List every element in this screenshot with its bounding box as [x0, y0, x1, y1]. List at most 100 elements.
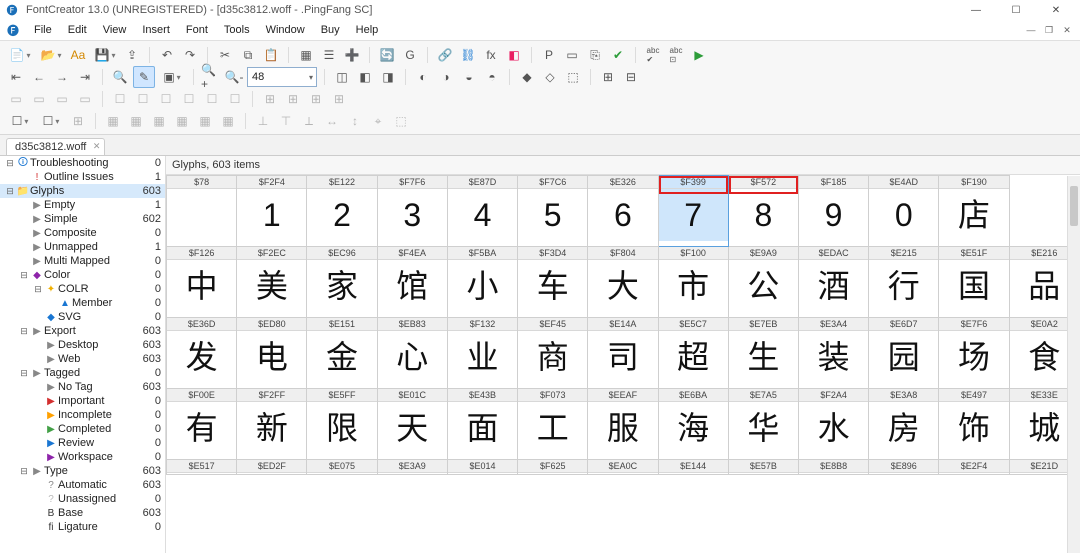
glyph-cell[interactable]: $E151金 — [307, 318, 377, 389]
glyph-cell[interactable]: $F3D4车 — [518, 247, 588, 318]
tree-item-workspace[interactable]: ▶Workspace0 — [0, 450, 165, 464]
tool-e[interactable]: ◑ — [436, 67, 456, 87]
nav-last-button[interactable]: ⇥ — [75, 67, 95, 87]
row3-j[interactable]: ☐ — [225, 89, 245, 109]
tree-item-type[interactable]: ⊟▶Type603 — [0, 464, 165, 478]
chain-button[interactable]: ⛓ — [458, 45, 478, 65]
row4-a[interactable]: ☐ — [6, 111, 34, 131]
row3-e[interactable]: ☐ — [110, 89, 130, 109]
glyph-cell[interactable]: $E5FF限 — [307, 389, 377, 460]
menu-buy[interactable]: Buy — [313, 24, 348, 36]
row4-c[interactable]: ⊞ — [68, 111, 88, 131]
glyph-cell[interactable]: $78 — [167, 176, 237, 247]
tool-b[interactable]: ◧ — [355, 67, 375, 87]
app-menu-icon[interactable]: 🅕 — [4, 21, 22, 39]
check-button[interactable]: ✔ — [608, 45, 628, 65]
glyph-cell[interactable]: $E57B — [728, 460, 798, 475]
row4-b[interactable]: ☐ — [37, 111, 65, 131]
glyph-cell[interactable]: $F7C65 — [518, 176, 588, 247]
tree-item-simple[interactable]: ▶Simple602 — [0, 212, 165, 226]
glyph-cell[interactable]: $F5BA小 — [447, 247, 517, 318]
tool-i[interactable]: ◇ — [540, 67, 560, 87]
glyph-cell[interactable]: $E6BA海 — [658, 389, 728, 460]
glyph-cell[interactable]: $E3A4装 — [798, 318, 868, 389]
row3-h[interactable]: ☐ — [179, 89, 199, 109]
glyph-cell[interactable]: $EB83心 — [377, 318, 447, 389]
glyph-cell[interactable]: $EC96家 — [307, 247, 377, 318]
tool-d[interactable]: ◐ — [413, 67, 433, 87]
scrollbar-thumb[interactable] — [1070, 186, 1078, 226]
tree-item-desktop[interactable]: ▶Desktop603 — [0, 338, 165, 352]
mdi-close[interactable]: ✕ — [1058, 25, 1076, 36]
row4-m[interactable]: ↔ — [322, 111, 342, 131]
zoom-in-button[interactable]: 🔍+ — [201, 67, 221, 87]
tree-item-empty[interactable]: ▶Empty1 — [0, 198, 165, 212]
glyph-cell[interactable]: $E3A9 — [377, 460, 447, 475]
fx-button[interactable]: fx — [481, 45, 501, 65]
glyph-cell[interactable]: $E14A司 — [588, 318, 658, 389]
tree-item-troubleshooting[interactable]: ⊟🛈Troubleshooting0 — [0, 156, 165, 170]
menu-view[interactable]: View — [95, 24, 135, 36]
open-font-button[interactable]: 📂 — [37, 45, 65, 65]
row4-n[interactable]: ↕ — [345, 111, 365, 131]
list-button[interactable]: ☰ — [319, 45, 339, 65]
row3-m[interactable]: ⊞ — [306, 89, 326, 109]
maximize-button[interactable]: ☐ — [996, 5, 1036, 16]
row3-c[interactable]: ▭ — [52, 89, 72, 109]
play-button[interactable]: ▶ — [689, 45, 709, 65]
glyph-cell[interactable]: $F2F41 — [237, 176, 307, 247]
glyph-cell[interactable]: $F073工 — [518, 389, 588, 460]
mdi-minimize[interactable]: — — [1022, 25, 1040, 36]
row4-d[interactable]: ▦ — [103, 111, 123, 131]
glyph-cell[interactable]: $E215行 — [869, 247, 939, 318]
glyph-cell[interactable]: $E36D发 — [167, 318, 237, 389]
glyph-cell[interactable]: $E7EB生 — [728, 318, 798, 389]
glyph-cell[interactable]: $ED2F — [237, 460, 307, 475]
row4-l[interactable]: ⟂ — [299, 111, 319, 131]
glyph-cell[interactable]: $F5728 — [728, 176, 798, 247]
tree-item-composite[interactable]: ▶Composite0 — [0, 226, 165, 240]
minimize-button[interactable]: — — [956, 5, 996, 16]
tool-k[interactable]: ⊞ — [598, 67, 618, 87]
glyph-cell[interactable]: $E01C天 — [377, 389, 447, 460]
new-font-button[interactable]: 📄 — [6, 45, 34, 65]
tree-item-no-tag[interactable]: ▶No Tag603 — [0, 380, 165, 394]
close-icon[interactable]: ✕ — [93, 141, 101, 152]
circle-add-button[interactable]: ➕ — [342, 45, 362, 65]
tree-item-member[interactable]: ▲Member0 — [0, 296, 165, 310]
row3-b[interactable]: ▭ — [29, 89, 49, 109]
paste-button[interactable]: 📋 — [261, 45, 281, 65]
glyph-cell[interactable]: $F1859 — [798, 176, 868, 247]
menu-help[interactable]: Help — [348, 24, 387, 36]
glyph-cell[interactable]: $EF45商 — [518, 318, 588, 389]
row4-p[interactable]: ⬚ — [391, 111, 411, 131]
row3-n[interactable]: ⊞ — [329, 89, 349, 109]
glyph-cell[interactable]: $E9A9公 — [728, 247, 798, 318]
glyph-cell[interactable]: $F132业 — [447, 318, 517, 389]
erase-button[interactable]: ◧ — [504, 45, 524, 65]
glyph-cell[interactable]: $E3266 — [588, 176, 658, 247]
menu-insert[interactable]: Insert — [134, 24, 178, 36]
tree-item-review[interactable]: ▶Review0 — [0, 436, 165, 450]
glyph-cell[interactable]: $E7A5华 — [728, 389, 798, 460]
link-button[interactable]: 🔗 — [435, 45, 455, 65]
row3-g[interactable]: ☐ — [156, 89, 176, 109]
glyph-cell[interactable]: $E497饰 — [939, 389, 1009, 460]
copy-button[interactable]: ⧉ — [238, 45, 258, 65]
tree-item-export[interactable]: ⊟▶Export603 — [0, 324, 165, 338]
glyph-cell[interactable]: $E87D4 — [447, 176, 517, 247]
glyph-cell[interactable]: $F2EC美 — [237, 247, 307, 318]
tree-item-automatic[interactable]: ?Automatic603 — [0, 478, 165, 492]
row3-d[interactable]: ▭ — [75, 89, 95, 109]
glyph-cell[interactable]: $F100市 — [658, 247, 728, 318]
glyph-cell[interactable]: $E4AD0 — [869, 176, 939, 247]
glyph-cell[interactable]: $E7F6场 — [939, 318, 1009, 389]
nav-next-button[interactable]: → — [52, 67, 72, 87]
tool-a[interactable]: ◫ — [332, 67, 352, 87]
p-button[interactable]: P — [539, 45, 559, 65]
g-button[interactable]: G — [400, 45, 420, 65]
glyph-categories-panel[interactable]: ⊟🛈Troubleshooting0!Outline Issues1⊟📁Glyp… — [0, 156, 166, 553]
tree-item-tagged[interactable]: ⊟▶Tagged0 — [0, 366, 165, 380]
tree-item-unmapped[interactable]: ▶Unmapped1 — [0, 240, 165, 254]
cut-button[interactable]: ✂ — [215, 45, 235, 65]
